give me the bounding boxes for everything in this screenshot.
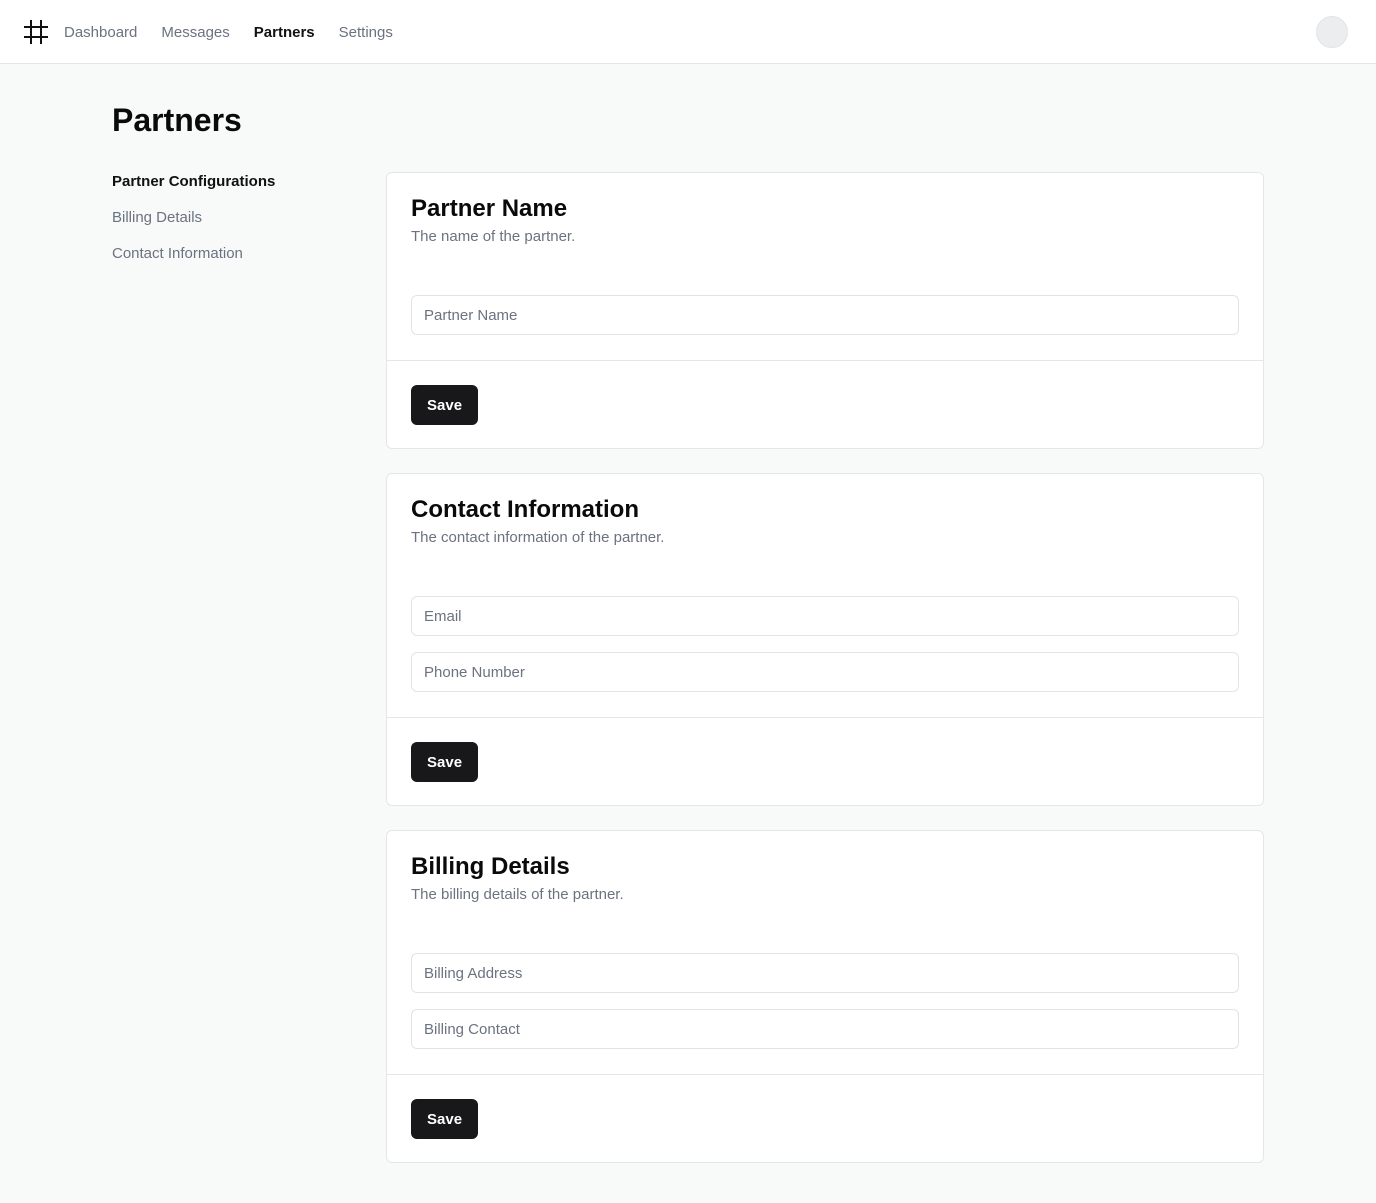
card-fields [411,953,1239,1049]
contact-information-card: Contact Information The contact informat… [386,473,1264,806]
sidenav-item-partner-configurations[interactable]: Partner Configurations [112,172,275,208]
card-footer: Save [387,717,1263,806]
card-description: The billing details of the partner. [411,886,624,903]
partner-name-card: Partner Name The name of the partner. Sa… [386,172,1264,449]
save-contact-information-button[interactable]: Save [411,742,479,782]
partner-name-input[interactable] [411,295,1239,335]
billing-details-card: Billing Details The billing details of t… [386,830,1264,1163]
sidenav-item-contact-information[interactable]: Contact Information [112,244,275,280]
card-footer: Save [387,360,1263,449]
card-title: Partner Name [411,195,568,222]
nav-partners[interactable]: Partners [254,24,315,41]
card-title: Contact Information [411,496,639,523]
main-nav: Dashboard Messages Partners Settings [64,0,393,64]
user-avatar[interactable] [1316,16,1348,48]
save-billing-details-button[interactable]: Save [411,1099,479,1139]
card-description: The contact information of the partner. [411,529,665,546]
hash-icon[interactable] [24,20,48,44]
sidenav-item-billing-details[interactable]: Billing Details [112,208,275,244]
page-title: Partners [112,102,242,138]
save-partner-name-button[interactable]: Save [411,385,479,425]
card-body: Contact Information The contact informat… [387,474,1263,717]
nav-dashboard[interactable]: Dashboard [64,24,137,41]
card-title: Billing Details [411,853,570,880]
billing-address-input[interactable] [411,953,1239,993]
top-navbar: Dashboard Messages Partners Settings [0,0,1376,64]
card-body: Billing Details The billing details of t… [387,831,1263,1074]
email-input[interactable] [411,596,1239,636]
phone-number-input[interactable] [411,652,1239,692]
card-fields [411,295,1239,335]
card-footer: Save [387,1074,1263,1163]
card-fields [411,596,1239,692]
nav-settings[interactable]: Settings [339,24,393,41]
card-description: The name of the partner. [411,228,576,245]
billing-contact-input[interactable] [411,1009,1239,1049]
nav-messages[interactable]: Messages [161,24,229,41]
section-sidenav: Partner Configurations Billing Details C… [112,172,275,280]
card-body: Partner Name The name of the partner. [387,173,1263,360]
